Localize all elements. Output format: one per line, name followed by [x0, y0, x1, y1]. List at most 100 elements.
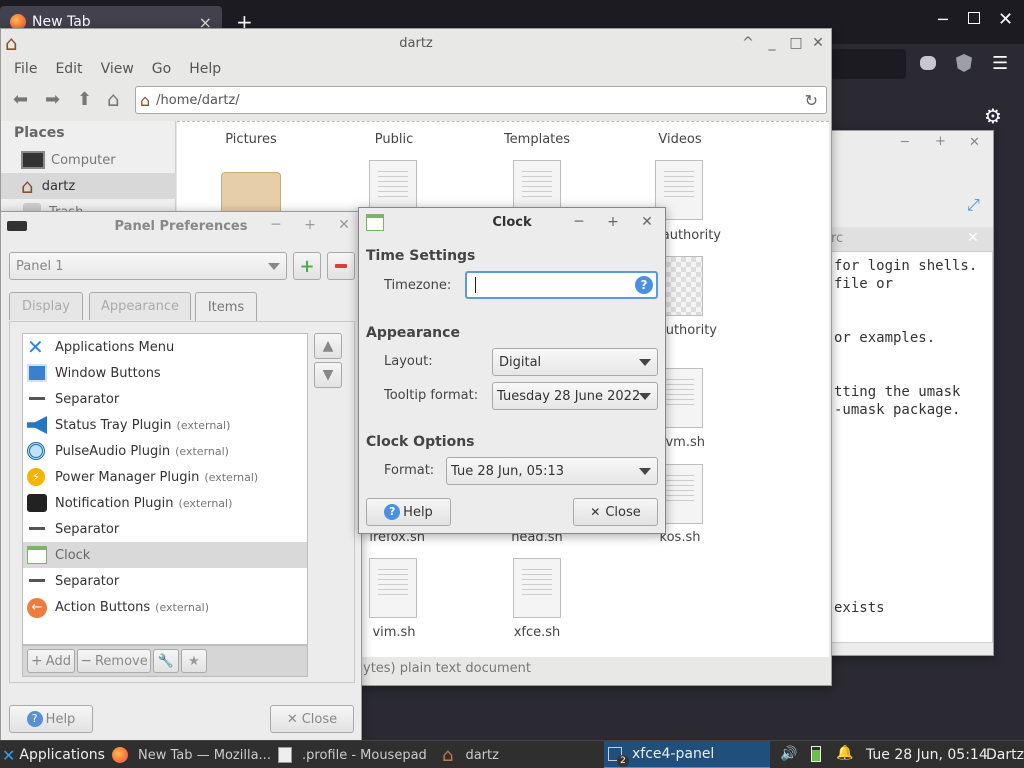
- task-mousepad[interactable]: .profile - Mousepad: [278, 741, 438, 768]
- file-icon[interactable]: [369, 558, 417, 618]
- item-name: Separator: [55, 521, 120, 537]
- minus-icon: −: [80, 653, 92, 669]
- settings-gear-icon[interactable]: ⚙: [984, 104, 1002, 128]
- taskbar-clock[interactable]: Tue 28 Jun, 05:14: [866, 741, 988, 768]
- volume-icon[interactable]: 🔊: [780, 746, 797, 762]
- shade-icon[interactable]: ^: [739, 34, 757, 52]
- file-icon[interactable]: [513, 558, 561, 618]
- list-item-selected[interactable]: Clock: [23, 542, 307, 568]
- task-firefox[interactable]: New Tab — Mozilla...: [112, 741, 276, 768]
- file-label[interactable]: Templates: [477, 132, 597, 147]
- up-icon[interactable]: ⬆: [77, 89, 92, 110]
- editor-tab[interactable]: rc ✕: [809, 227, 993, 251]
- list-item[interactable]: ← Action Buttons (external): [23, 594, 307, 620]
- list-item[interactable]: Separator: [23, 386, 307, 412]
- item-properties-button[interactable]: 🔧: [153, 649, 179, 673]
- maximize-icon[interactable]: □: [787, 34, 805, 52]
- list-item[interactable]: Separator: [23, 516, 307, 542]
- list-item[interactable]: ⚡ Power Manager Plugin (external): [23, 464, 307, 490]
- timezone-input[interactable]: ?: [465, 271, 658, 299]
- reload-icon[interactable]: ↻: [805, 91, 818, 110]
- list-item[interactable]: ✕ Applications Menu: [23, 334, 307, 360]
- help-button[interactable]: ? Help: [9, 705, 93, 733]
- menu-help[interactable]: Help: [189, 61, 221, 77]
- restore-icon[interactable]: [968, 12, 980, 24]
- user-name[interactable]: Dartz: [986, 741, 1024, 768]
- minimize-icon[interactable]: ─: [938, 10, 948, 29]
- menu-edit[interactable]: Edit: [55, 61, 82, 77]
- maximize-icon[interactable]: +: [301, 216, 319, 234]
- applications-menu-button[interactable]: ✕ Applications: [2, 741, 105, 768]
- ublock-icon[interactable]: [956, 54, 972, 72]
- close-window-icon[interactable]: ✕: [998, 9, 1013, 30]
- help-button[interactable]: ? Help: [366, 498, 451, 526]
- task-label: New Tab — Mozilla...: [138, 747, 271, 763]
- menu-view[interactable]: View: [101, 61, 134, 77]
- tabs: Display Appearance Items: [9, 292, 359, 322]
- close-button[interactable]: ✕ Close: [573, 498, 658, 526]
- private-mask-icon[interactable]: [920, 56, 936, 70]
- help-icon[interactable]: ?: [635, 276, 653, 294]
- remove-panel-button[interactable]: [327, 252, 355, 280]
- sidebar-item-computer[interactable]: Computer: [1, 147, 176, 173]
- list-item[interactable]: Status Tray Plugin (external): [23, 412, 307, 438]
- editor-line: tting the umask: [834, 384, 961, 400]
- close-button[interactable]: ✕ Close: [270, 705, 354, 733]
- items-list[interactable]: ✕ Applications Menu Window Buttons Separ…: [22, 333, 308, 645]
- sidebar-item-home[interactable]: ⌂ dartz: [1, 173, 176, 199]
- maximize-icon[interactable]: +: [935, 134, 946, 149]
- panel-select[interactable]: Panel 1: [9, 252, 287, 280]
- list-item[interactable]: Separator: [23, 568, 307, 594]
- item-about-button[interactable]: ★: [181, 649, 207, 673]
- clock-dialog: Clock ─ + ✕ Time Settings Timezone: ? Ap…: [358, 207, 666, 534]
- clock-app-icon: [366, 214, 384, 231]
- task-file-manager[interactable]: ⌂ dartz: [442, 741, 598, 768]
- move-up-button[interactable]: ▲: [314, 333, 342, 359]
- move-down-button[interactable]: ▼: [314, 362, 342, 388]
- minimize-icon[interactable]: ─: [570, 213, 588, 231]
- file-manager-titlebar: dartz: [1, 29, 831, 57]
- remove-item-button[interactable]: − Remove: [77, 649, 151, 673]
- task-xfce4-panel[interactable]: 2 xfce4-panel: [604, 741, 770, 768]
- close-tab-icon[interactable]: ✕: [967, 230, 979, 246]
- file-label[interactable]: Public: [334, 132, 454, 147]
- logout-icon: ←: [27, 598, 47, 618]
- tab-appearance[interactable]: Appearance: [89, 292, 191, 320]
- list-item[interactable]: Window Buttons: [23, 360, 307, 386]
- menu-icon[interactable]: ☰: [992, 53, 1008, 74]
- wrench-icon: 🔧: [157, 653, 175, 669]
- list-item[interactable]: PulseAudio Plugin (external): [23, 438, 307, 464]
- close-icon[interactable]: ✕: [809, 34, 827, 52]
- urlbar[interactable]: [826, 49, 906, 79]
- menubar: File Edit View Go Help: [1, 57, 831, 81]
- home-nav-icon[interactable]: ⌂: [107, 87, 120, 111]
- minimize-icon[interactable]: ─: [901, 135, 909, 150]
- maximize-icon[interactable]: +: [604, 213, 622, 231]
- minimize-icon[interactable]: ─: [267, 216, 285, 234]
- tooltip-format-select[interactable]: Tuesday 28 June 2022: [492, 382, 658, 410]
- forward-icon[interactable]: ➡: [45, 89, 60, 110]
- file-label[interactable]: Pictures: [191, 132, 311, 147]
- add-item-button[interactable]: + Add: [27, 649, 75, 673]
- close-icon[interactable]: ✕: [638, 213, 656, 231]
- fullscreen-icon[interactable]: ⤢: [967, 195, 980, 215]
- close-icon[interactable]: ✕: [969, 135, 980, 150]
- tab-display[interactable]: Display: [9, 292, 83, 320]
- minimize-icon[interactable]: _: [763, 34, 781, 52]
- add-panel-button[interactable]: +: [293, 252, 321, 280]
- file-label[interactable]: xfce.sh: [477, 625, 597, 640]
- layout-select[interactable]: Digital: [492, 348, 658, 376]
- format-select[interactable]: Tue 28 Jun, 05:13: [446, 457, 658, 485]
- list-item[interactable]: Notification Plugin (external): [23, 490, 307, 516]
- menu-go[interactable]: Go: [152, 61, 171, 77]
- close-icon[interactable]: ✕: [335, 216, 353, 234]
- back-icon[interactable]: ⬅: [13, 89, 28, 110]
- menu-file[interactable]: File: [14, 61, 37, 77]
- location-bar[interactable]: ⌂ /home/dartz/ ↻: [135, 86, 827, 114]
- notification-bell-icon[interactable]: 🔔: [836, 745, 853, 761]
- tab-items[interactable]: Items: [195, 292, 257, 322]
- editor-window: ─ + ✕ ⤢ rc ✕ for login shells. file or o…: [808, 130, 994, 656]
- battery-icon[interactable]: [811, 746, 821, 762]
- file-label[interactable]: Videos: [620, 132, 740, 147]
- editor-text-area[interactable]: for login shells. file or or examples. t…: [809, 251, 993, 643]
